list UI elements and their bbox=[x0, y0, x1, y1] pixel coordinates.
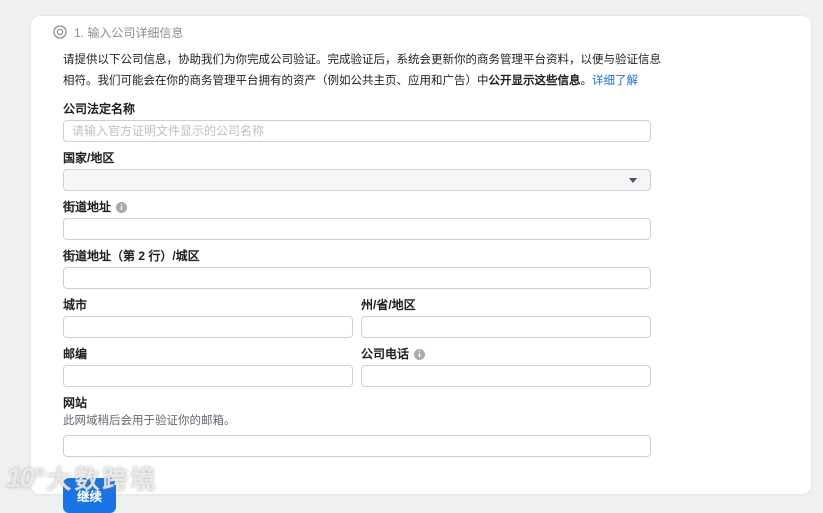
step-radio-icon bbox=[53, 25, 67, 39]
street-label: 街道地址 bbox=[63, 200, 112, 214]
website-label: 网站 bbox=[63, 396, 88, 410]
city-field: 城市 bbox=[63, 298, 353, 338]
website-hint: 此网域稍后会用于验证你的邮箱。 bbox=[63, 415, 236, 427]
learn-more-link[interactable]: 详细了解 bbox=[592, 75, 638, 87]
intro-bold-text: 公开显示这些信息 bbox=[488, 75, 581, 87]
continue-button[interactable]: 继续 bbox=[63, 478, 117, 513]
street-input[interactable] bbox=[63, 218, 651, 240]
city-state-row: 城市 州/省/地区 bbox=[63, 298, 651, 338]
step-label: 1. 输入公司详细信息 bbox=[74, 25, 184, 40]
postal-field: 邮编 bbox=[63, 347, 353, 387]
company-details-card: 1. 输入公司详细信息 请提供以下公司信息，协助我们为你完成公司验证。完成验证后… bbox=[30, 15, 812, 513]
info-icon[interactable] bbox=[116, 201, 128, 213]
phone-field: 公司电话 bbox=[361, 347, 651, 387]
postal-input[interactable] bbox=[63, 365, 353, 387]
street2-field: 街道地址（第 2 行）/城区 bbox=[63, 249, 651, 289]
country-field: 国家/地区 bbox=[63, 151, 651, 191]
intro-period: 。 bbox=[580, 75, 593, 87]
postal-label: 邮编 bbox=[63, 347, 88, 361]
phone-input[interactable] bbox=[361, 365, 651, 387]
state-input[interactable] bbox=[361, 316, 651, 338]
state-label: 州/省/地区 bbox=[361, 298, 416, 312]
intro-paragraph: 请提供以下公司信息，协助我们为你完成公司验证。完成验证后，系统会更新你的商务管理… bbox=[63, 50, 663, 92]
state-field: 州/省/地区 bbox=[361, 298, 651, 338]
city-label: 城市 bbox=[63, 298, 88, 312]
city-input[interactable] bbox=[63, 316, 353, 338]
chevron-down-icon bbox=[629, 178, 637, 183]
phone-label: 公司电话 bbox=[361, 347, 410, 361]
website-input[interactable] bbox=[63, 435, 651, 457]
street2-input[interactable] bbox=[63, 267, 651, 289]
country-select[interactable] bbox=[63, 169, 651, 191]
info-icon[interactable] bbox=[414, 348, 426, 360]
step-header: 1. 输入公司详细信息 bbox=[53, 24, 811, 40]
country-label: 国家/地区 bbox=[63, 151, 115, 165]
legal-name-label: 公司法定名称 bbox=[63, 102, 136, 116]
legal-name-input[interactable] bbox=[63, 120, 651, 142]
website-field: 网站 此网域稍后会用于验证你的邮箱。 bbox=[63, 396, 651, 457]
street-field: 街道地址 bbox=[63, 200, 651, 240]
legal-name-field: 公司法定名称 bbox=[63, 102, 651, 142]
postal-phone-row: 邮编 公司电话 bbox=[63, 347, 651, 387]
street2-label: 街道地址（第 2 行）/城区 bbox=[63, 249, 200, 263]
